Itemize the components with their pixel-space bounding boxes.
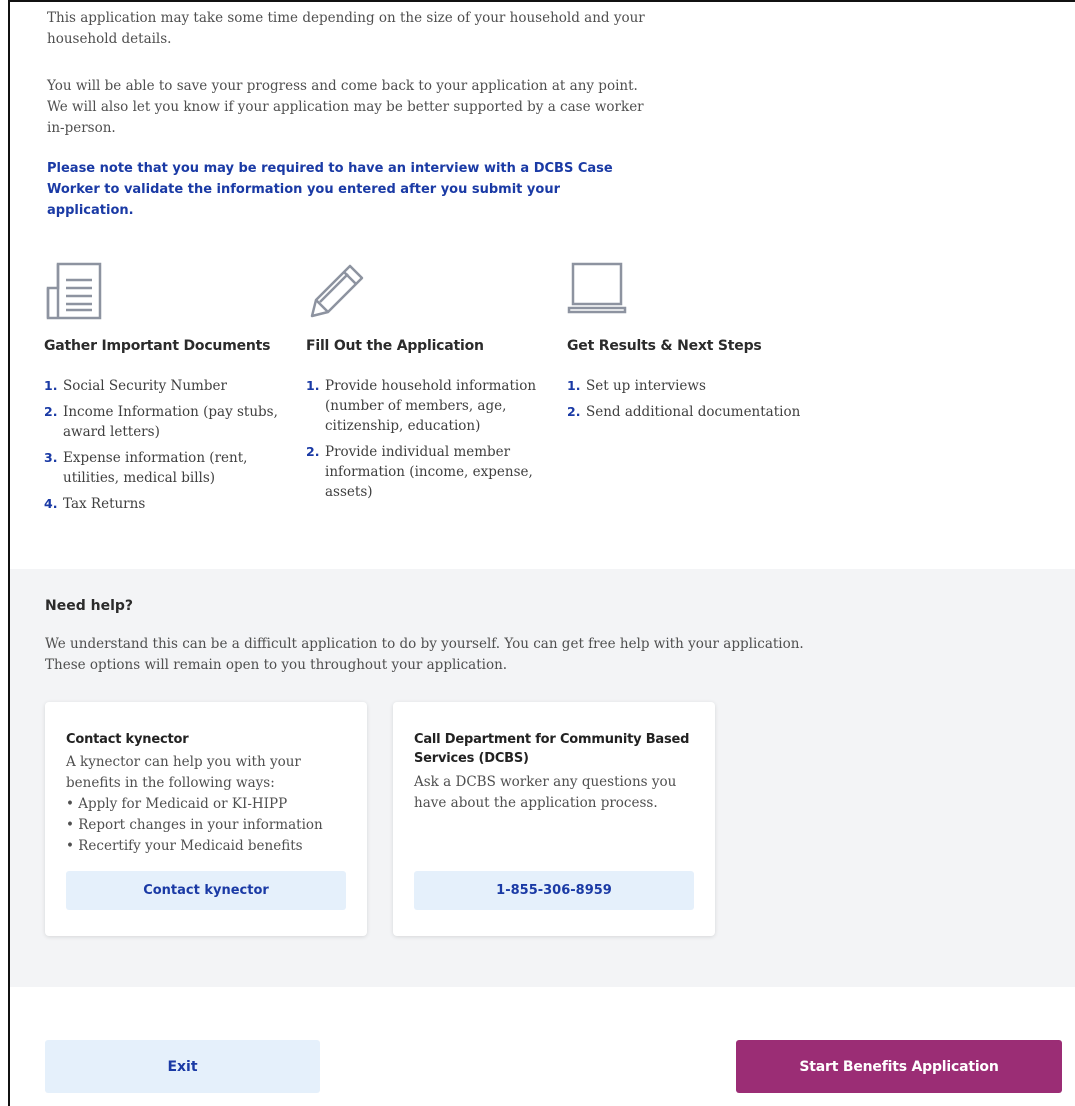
- list-item: 2. Income Information (pay stubs, award l…: [44, 404, 278, 440]
- step-results: Get Results & Next Steps 1. Set up interv…: [567, 260, 827, 428]
- call-dcbs-button[interactable]: 1-855-306-8959: [414, 871, 694, 910]
- list-item: 1. Set up interviews: [567, 378, 706, 394]
- card-title: Contact kynector: [66, 732, 189, 747]
- intro-paragraph-1: This application may take some time depe…: [47, 10, 645, 47]
- bullet-item: • Report changes in your information: [66, 817, 323, 833]
- interview-note: Please note that you may be required to …: [47, 161, 613, 218]
- step-title: Gather Important Documents: [44, 338, 271, 354]
- step-list: 1. Social Security Number 2. Income Inform…: [44, 376, 294, 514]
- bullet-item: • Recertify your Medicaid benefits: [66, 838, 303, 854]
- kynector-card: Contact kynector A kynector can help you…: [45, 702, 367, 936]
- dcbs-card: Call Department for Community Based Serv…: [393, 702, 715, 936]
- intro-paragraph-2: You will be able to save your progress a…: [47, 78, 644, 136]
- step-gather-documents: Gather Important Documents 1. Social Secu…: [44, 260, 294, 520]
- contact-kynector-button[interactable]: Contact kynector: [66, 871, 346, 910]
- help-section: Need help? We understand this can be a d…: [10, 569, 1075, 987]
- step-list: 1. Set up interviews 2. Send additional do…: [567, 376, 827, 422]
- card-text: Ask a DCBS worker any questions you have…: [414, 774, 677, 811]
- card-text: A kynector can help you with your benefi…: [66, 754, 301, 791]
- list-item: 3. Expense information (rent, utilities, …: [44, 450, 248, 486]
- help-text: We understand this can be a difficult ap…: [45, 636, 804, 673]
- list-item: 1. Provide household information (number …: [306, 378, 537, 434]
- step-title: Fill Out the Application: [306, 338, 484, 354]
- document-icon: [46, 262, 102, 320]
- list-item: 1. Social Security Number: [44, 378, 227, 394]
- step-fill-application: Fill Out the Application 1. Provide house…: [306, 260, 546, 508]
- pencil-icon: [310, 264, 364, 318]
- page-container: This application may take some time depe…: [8, 0, 1075, 1106]
- help-title: Need help?: [45, 598, 134, 614]
- step-list: 1. Provide household information (number …: [306, 376, 546, 502]
- laptop-icon: [567, 262, 627, 314]
- start-application-button[interactable]: Start Benefits Application: [736, 1040, 1062, 1093]
- exit-button[interactable]: Exit: [45, 1040, 320, 1093]
- bullet-item: • Apply for Medicaid or KI-HIPP: [66, 796, 288, 812]
- list-item: 2. Provide individual member information …: [306, 444, 533, 500]
- list-item: 2. Send additional documentation: [567, 404, 801, 420]
- step-title: Get Results & Next Steps: [567, 338, 762, 354]
- card-title: Call Department for Community Based Serv…: [414, 732, 690, 766]
- list-item: 4. Tax Returns: [44, 496, 146, 512]
